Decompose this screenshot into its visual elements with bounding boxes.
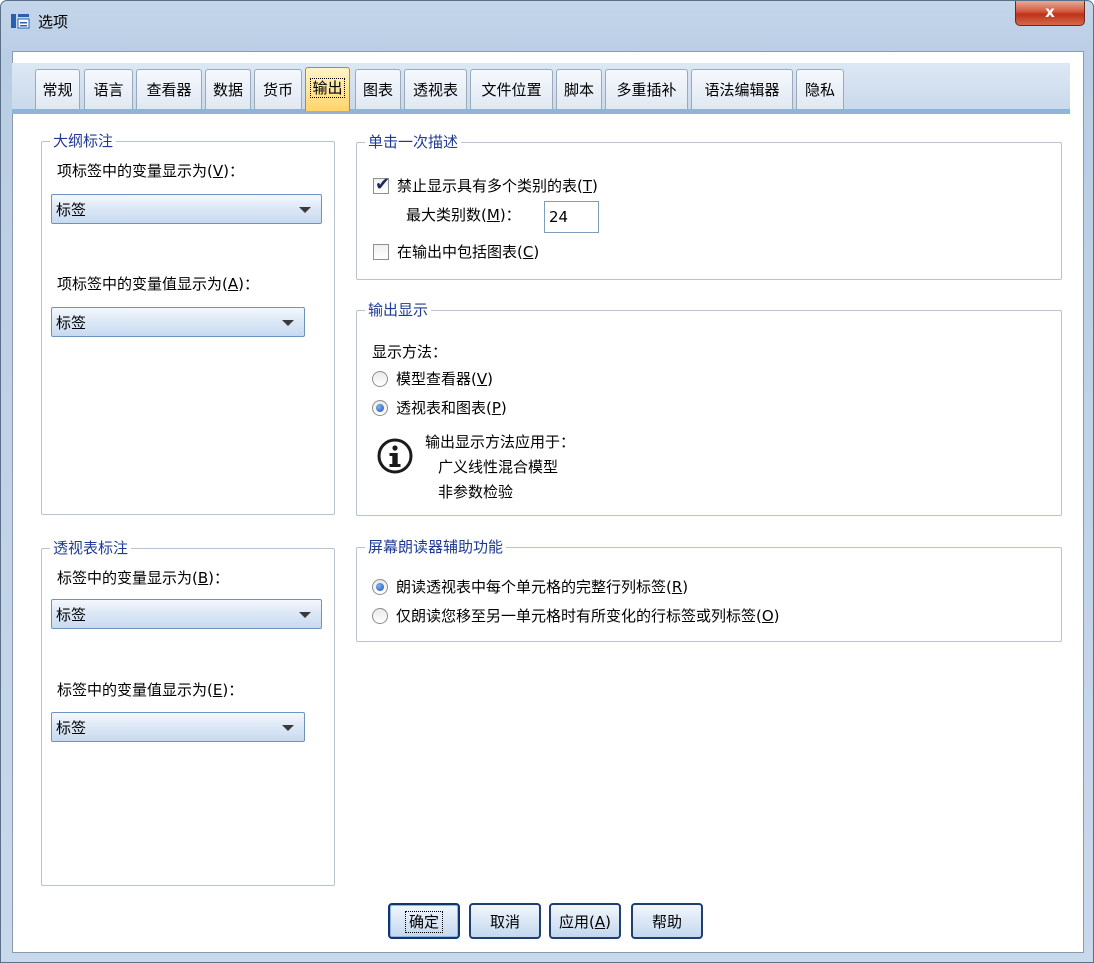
tab-currency[interactable]: 货币	[254, 69, 302, 109]
chevron-down-icon	[282, 320, 294, 326]
changed-labels-label[interactable]: 仅朗读您移至另一单元格时有所变化的行标签或列标签(O)	[396, 606, 780, 626]
tab-scripts[interactable]: 脚本	[556, 69, 602, 109]
tab-file-locations[interactable]: 文件位置	[470, 69, 553, 109]
tab-multiple-imputations[interactable]: 多重插补	[605, 69, 688, 109]
window-title: 选项	[38, 13, 69, 31]
pivot-var-label: 标签中的变量显示为(B)：	[57, 569, 230, 587]
tab-privacy[interactable]: 隐私	[796, 69, 844, 109]
checkmark-icon: ✔	[375, 174, 391, 195]
chevron-down-icon	[282, 725, 294, 731]
tab-charts[interactable]: 图表	[355, 69, 401, 109]
group-title: 单击一次描述	[365, 132, 462, 152]
pivot-charts-radio[interactable]	[372, 400, 388, 416]
ok-button[interactable]: 确定	[388, 903, 460, 939]
chevron-down-icon	[299, 207, 311, 213]
include-charts-label[interactable]: 在输出中包括图表(C)	[397, 242, 539, 262]
tab-data[interactable]: 数据	[205, 69, 251, 109]
display-method-label: 显示方法：	[372, 343, 448, 361]
outline-val-combo[interactable]: 标签	[51, 307, 305, 337]
outline-var-combo[interactable]: 标签	[51, 194, 322, 224]
options-dialog: 选项 x 常规 语言 查看器 数据 货币 输出 图表 透视表 文件位置 脚本 多…	[0, 0, 1094, 963]
cancel-button[interactable]: 取消	[469, 903, 541, 939]
full-labels-radio[interactable]	[372, 579, 388, 595]
outline-var-label: 项标签中的变量显示为(V)：	[57, 162, 244, 180]
title-bar[interactable]: 选项 x	[1, 1, 1093, 41]
info-icon	[377, 438, 413, 474]
tab-output[interactable]: 输出	[305, 67, 350, 111]
close-icon: x	[1045, 3, 1055, 21]
close-button[interactable]: x	[1015, 1, 1085, 26]
combo-value: 标签	[56, 314, 87, 332]
pivot-val-combo[interactable]: 标签	[51, 712, 305, 742]
group-title: 输出显示	[365, 300, 432, 320]
pivot-var-combo[interactable]: 标签	[51, 599, 322, 629]
app-icon	[11, 14, 30, 29]
tab-language[interactable]: 语言	[84, 69, 133, 109]
chevron-down-icon	[299, 612, 311, 618]
combo-value: 标签	[56, 719, 87, 737]
info-item-nonparametric: 非参数检验	[438, 483, 514, 501]
suppress-tables-checkbox[interactable]: ✔	[373, 174, 391, 195]
changed-labels-radio[interactable]	[372, 608, 388, 624]
outline-val-label: 项标签中的变量值显示为(A)：	[57, 275, 259, 293]
full-labels-label[interactable]: 朗读透视表中每个单元格的完整行列标签(R)	[396, 577, 688, 597]
tab-syntax-editor[interactable]: 语法编辑器	[691, 69, 793, 109]
max-categories-label: 最大类别数(M)：	[406, 206, 521, 224]
max-categories-input[interactable]: 24	[544, 201, 599, 233]
pivot-val-label: 标签中的变量值显示为(E)：	[57, 681, 244, 699]
combo-value: 标签	[56, 201, 87, 219]
group-title: 透视表标注	[50, 538, 132, 558]
pivot-charts-label[interactable]: 透视表和图表(P)	[396, 398, 507, 418]
radio-selected-dot	[376, 583, 384, 591]
model-viewer-radio[interactable]	[372, 371, 388, 387]
group-title: 大纲标注	[50, 131, 117, 151]
include-charts-checkbox[interactable]	[373, 244, 389, 260]
combo-value: 标签	[56, 606, 87, 624]
info-heading: 输出显示方法应用于：	[425, 433, 576, 451]
info-item-glmm: 广义线性混合模型	[438, 458, 559, 476]
group-title: 屏幕朗读器辅助功能	[365, 537, 507, 557]
suppress-tables-label[interactable]: 禁止显示具有多个类别的表(T)	[397, 176, 598, 196]
radio-selected-dot	[376, 404, 384, 412]
help-button[interactable]: 帮助	[631, 903, 703, 939]
tab-viewer[interactable]: 查看器	[136, 69, 202, 109]
tab-general[interactable]: 常规	[35, 69, 80, 109]
model-viewer-label[interactable]: 模型查看器(V)	[396, 369, 493, 389]
tab-pivot-tables[interactable]: 透视表	[404, 69, 467, 109]
apply-button[interactable]: 应用(A)	[549, 903, 621, 939]
